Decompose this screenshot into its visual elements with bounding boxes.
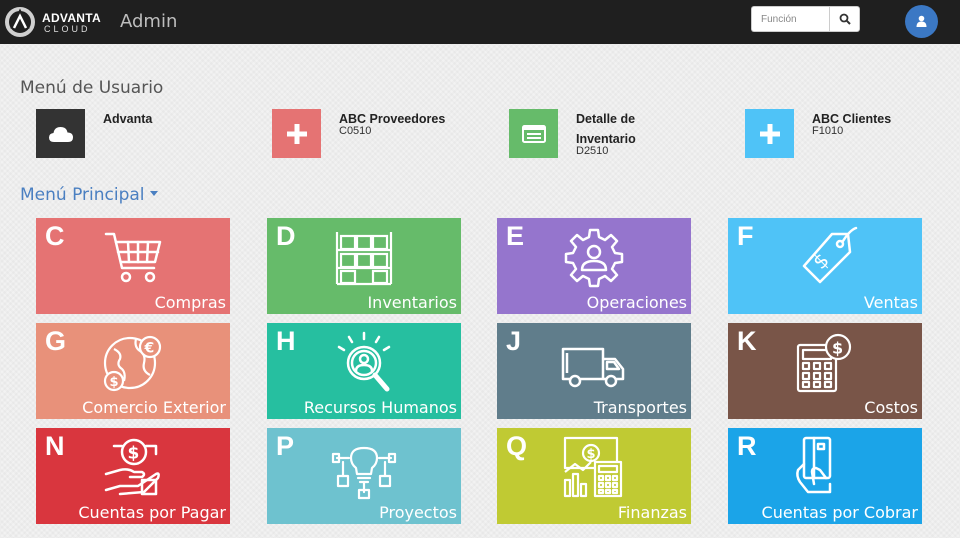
shortcut-advanta[interactable]: Advanta <box>36 109 256 159</box>
tile-letter: G <box>45 326 67 356</box>
tile-letter: K <box>737 326 757 356</box>
tile-recursos-humanos[interactable]: H Recursos Humanos <box>267 323 461 419</box>
tile-label: Proyectos <box>379 503 457 522</box>
shortcut-code: C0510 <box>339 125 372 137</box>
tile-comercio-exterior[interactable]: G € $ Comercio Exterior <box>36 323 230 419</box>
shortcut-abc-clientes[interactable]: ABC Clientes F1010 <box>745 109 960 159</box>
shortcut-code: D2510 <box>576 145 609 157</box>
logo-text-advanta: ADVANTA <box>42 11 101 25</box>
tile-label: Cuentas por Cobrar <box>761 503 918 522</box>
tile-letter: E <box>506 221 525 251</box>
tile-letter: J <box>506 326 522 356</box>
shortcut-icon-box <box>745 109 794 158</box>
tile-cuentas-por-cobrar[interactable]: R Cuentas por Cobrar <box>728 428 922 524</box>
user-avatar-button[interactable] <box>905 5 938 38</box>
shopping-cart-icon <box>104 232 162 283</box>
main-menu-title: Menú Principal <box>20 185 145 205</box>
tile-letter: F <box>737 221 754 251</box>
tile-proyectos[interactable]: P Proyectos <box>267 428 461 524</box>
gear-person-icon <box>564 228 624 288</box>
tile-cuentas-por-pagar[interactable]: N $ Cuentas por Pagar <box>36 428 230 524</box>
shortcut-icon-box <box>272 109 321 158</box>
plus-icon <box>286 123 307 144</box>
logo-swirl-icon <box>5 7 35 37</box>
tile-finanzas[interactable]: Q $ Finanzas <box>497 428 691 524</box>
hand-card-icon <box>796 436 832 494</box>
magnifier-person-icon <box>337 331 391 392</box>
price-tag-icon: $ <box>802 226 858 284</box>
tile-label: Costos <box>864 398 918 417</box>
shortcut-icon-box <box>509 109 558 158</box>
tile-label: Operaciones <box>586 293 687 312</box>
search-button[interactable] <box>829 6 860 32</box>
search-icon <box>839 13 851 25</box>
truck-icon <box>561 347 625 388</box>
svg-text:$: $ <box>587 447 596 462</box>
main-menu-dropdown[interactable]: Menú Principal <box>20 185 158 205</box>
tile-label: Compras <box>154 293 226 312</box>
function-search-input[interactable] <box>751 6 830 32</box>
warehouse-shelves-icon <box>335 232 393 286</box>
tile-letter: H <box>276 326 296 356</box>
tile-label: Ventas <box>863 293 918 312</box>
logo-text-cloud: CLOUD <box>44 24 91 34</box>
tile-letter: Q <box>506 431 528 461</box>
cloud-icon <box>48 126 73 142</box>
tile-label: Recursos Humanos <box>303 398 457 417</box>
caret-down-icon <box>149 190 158 196</box>
tile-letter: C <box>45 221 65 251</box>
tile-letter: N <box>45 431 65 461</box>
svg-text:$: $ <box>832 339 843 358</box>
tile-operaciones[interactable]: E Operaciones <box>497 218 691 314</box>
svg-text:$: $ <box>808 248 834 274</box>
tile-ventas[interactable]: F $ Ventas <box>728 218 922 314</box>
tile-costos[interactable]: K $ Costos <box>728 323 922 419</box>
tile-letter: R <box>737 431 757 461</box>
tile-label: Cuentas por Pagar <box>78 503 226 522</box>
plus-icon <box>759 123 780 144</box>
lightbulb-plan-icon <box>331 446 397 500</box>
tile-inventarios[interactable]: D Inventarios <box>267 218 461 314</box>
svg-text:$: $ <box>128 444 140 464</box>
shortcut-abc-proveedores[interactable]: ABC Proveedores C0510 <box>272 109 492 159</box>
tile-label: Finanzas <box>617 503 687 522</box>
hand-money-icon: $ <box>104 438 160 496</box>
shortcut-name: Advanta <box>103 112 153 126</box>
app-title: Admin <box>120 11 178 32</box>
brand-logo[interactable]: ADVANTA CLOUD <box>4 4 101 40</box>
tile-letter: D <box>276 221 296 251</box>
user-icon <box>916 15 927 27</box>
tile-label: Inventarios <box>367 293 457 312</box>
shortcut-detalle-inventario[interactable]: Detalle de Inventario D2510 <box>509 109 729 159</box>
tile-label: Comercio Exterior <box>82 398 226 417</box>
svg-text:€: € <box>144 341 155 357</box>
globe-currency-icon: € $ <box>103 335 162 392</box>
svg-text:$: $ <box>110 375 119 390</box>
tile-label: Transportes <box>593 398 687 417</box>
shortcut-name: Detalle de Inventario <box>576 112 636 146</box>
shortcut-code: F1010 <box>812 125 844 137</box>
list-window-icon <box>521 124 546 143</box>
user-menu-title: Menú de Usuario <box>20 78 164 98</box>
top-navbar: ADVANTA CLOUD Admin <box>0 0 960 44</box>
tile-letter: P <box>276 431 295 461</box>
calculator-coin-icon: $ <box>796 333 852 393</box>
tile-transportes[interactable]: J Transportes <box>497 323 691 419</box>
finance-chart-icon: $ <box>563 436 623 498</box>
shortcut-icon-box <box>36 109 85 158</box>
tile-compras[interactable]: C Compras <box>36 218 230 314</box>
